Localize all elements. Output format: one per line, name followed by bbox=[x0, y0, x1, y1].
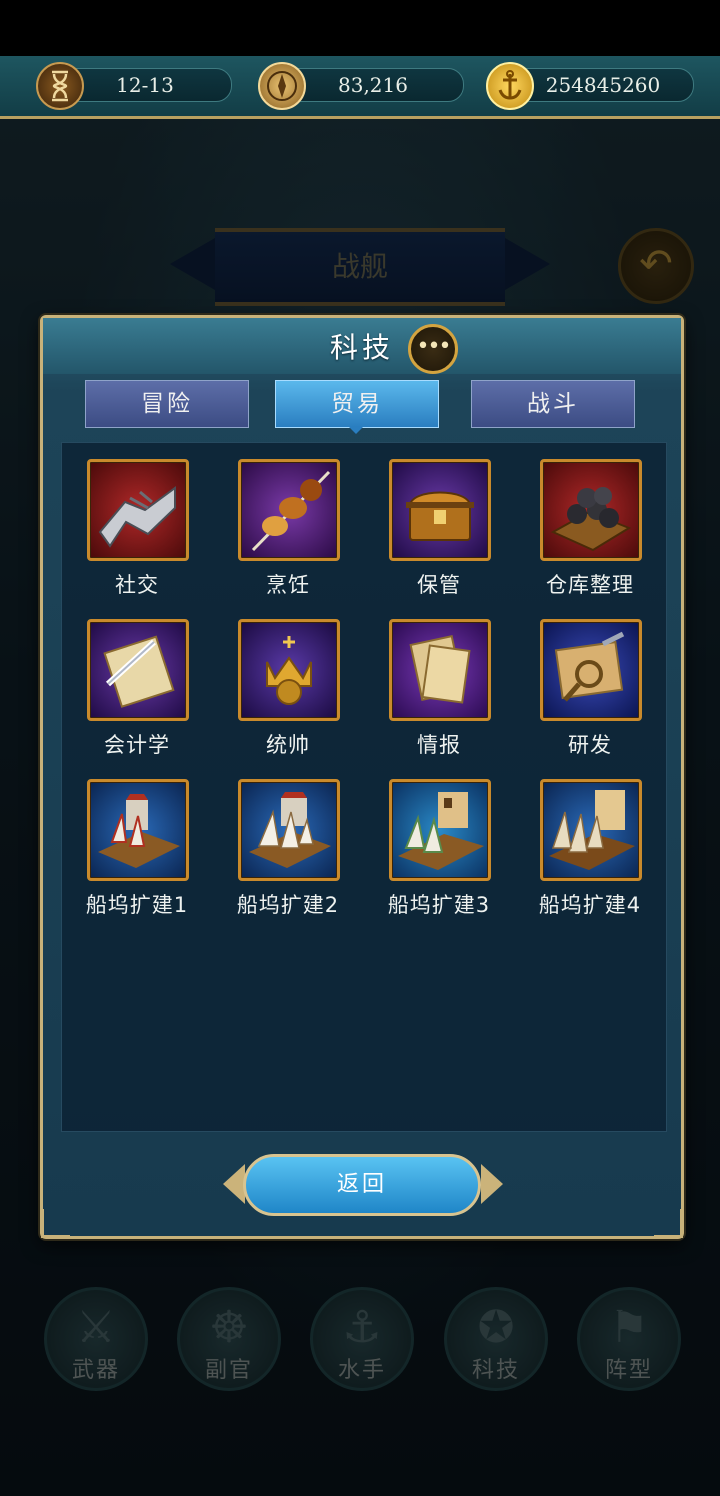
status-bar bbox=[0, 0, 720, 56]
tech-modal: 科技 ••• 冒险 贸易 战斗 社交 烹饪 保管 仓库整理 会计学 统帅 情报 … bbox=[40, 315, 684, 1239]
skill-label: 仓库整理 bbox=[546, 573, 634, 597]
skill-label: 船坞扩建1 bbox=[85, 893, 189, 917]
scroll-quill-icon bbox=[87, 619, 189, 721]
skill-label: 保管 bbox=[417, 573, 461, 597]
skill-cooking[interactable]: 烹饪 bbox=[228, 459, 348, 609]
gold-pill: 254845260 bbox=[512, 68, 694, 102]
tab-trade[interactable]: 贸易 bbox=[275, 380, 439, 428]
dockyard-4-icon bbox=[540, 779, 642, 881]
skill-label: 船坞扩建4 bbox=[538, 893, 642, 917]
hourglass-icon bbox=[36, 62, 84, 110]
skill-label: 社交 bbox=[115, 573, 159, 597]
skill-social[interactable]: 社交 bbox=[77, 459, 197, 609]
compass-value: 83,216 bbox=[338, 73, 408, 97]
return-button-cap-right bbox=[481, 1164, 503, 1204]
skill-warehouse[interactable]: 仓库整理 bbox=[530, 459, 650, 609]
skill-grid-panel: 社交 烹饪 保管 仓库整理 会计学 统帅 情报 研发 船坞扩建1 船坞扩建2 船… bbox=[61, 442, 667, 1132]
compass-pill: 83,216 bbox=[282, 68, 464, 102]
info-chat-icon[interactable]: ••• bbox=[408, 324, 458, 374]
skill-command[interactable]: 统帅 bbox=[228, 619, 348, 769]
skill-storage[interactable]: 保管 bbox=[379, 459, 499, 609]
skill-dockyard-3[interactable]: 船坞扩建3 bbox=[379, 779, 499, 929]
skill-label: 船坞扩建3 bbox=[387, 893, 491, 917]
treasure-chest-icon bbox=[389, 459, 491, 561]
crown-emblem-icon bbox=[238, 619, 340, 721]
tab-adventure[interactable]: 冒险 bbox=[85, 380, 249, 428]
tab-battle[interactable]: 战斗 bbox=[471, 380, 635, 428]
dockyard-2-icon bbox=[238, 779, 340, 881]
compass-icon bbox=[258, 62, 306, 110]
date-value: 12-13 bbox=[116, 73, 174, 97]
skill-accounting[interactable]: 会计学 bbox=[77, 619, 197, 769]
gold-value: 254845260 bbox=[545, 73, 661, 97]
return-button[interactable]: 返回 bbox=[243, 1154, 481, 1216]
skill-label: 研发 bbox=[568, 733, 612, 757]
skill-label: 统帅 bbox=[266, 733, 310, 757]
skill-dockyard-2[interactable]: 船坞扩建2 bbox=[228, 779, 348, 929]
date-pill: 12-13 bbox=[58, 68, 232, 102]
skill-dockyard-1[interactable]: 船坞扩建1 bbox=[77, 779, 197, 929]
magnifier-map-icon bbox=[540, 619, 642, 721]
modal-title: 科技 bbox=[329, 331, 394, 364]
skewer-icon bbox=[238, 459, 340, 561]
dockyard-1-icon bbox=[87, 779, 189, 881]
return-button-cap-left bbox=[223, 1164, 245, 1204]
modal-corner-ornament bbox=[654, 1209, 683, 1238]
skill-label: 情报 bbox=[417, 733, 461, 757]
skill-label: 烹饪 bbox=[266, 573, 310, 597]
resource-bar: 12-13 83,216 254845260 bbox=[0, 56, 720, 119]
anchor-coin-icon bbox=[486, 62, 534, 110]
skill-dockyard-4[interactable]: 船坞扩建4 bbox=[530, 779, 650, 929]
skill-research[interactable]: 研发 bbox=[530, 619, 650, 769]
handshake-icon bbox=[87, 459, 189, 561]
active-tab-pointer bbox=[348, 426, 364, 434]
skill-intel[interactable]: 情报 bbox=[379, 619, 499, 769]
skill-label: 会计学 bbox=[104, 733, 170, 757]
skill-label: 船坞扩建2 bbox=[236, 893, 340, 917]
modal-corner-ornament bbox=[41, 1209, 70, 1238]
papers-icon bbox=[389, 619, 491, 721]
cannonballs-crate-icon bbox=[540, 459, 642, 561]
dockyard-3-icon bbox=[389, 779, 491, 881]
